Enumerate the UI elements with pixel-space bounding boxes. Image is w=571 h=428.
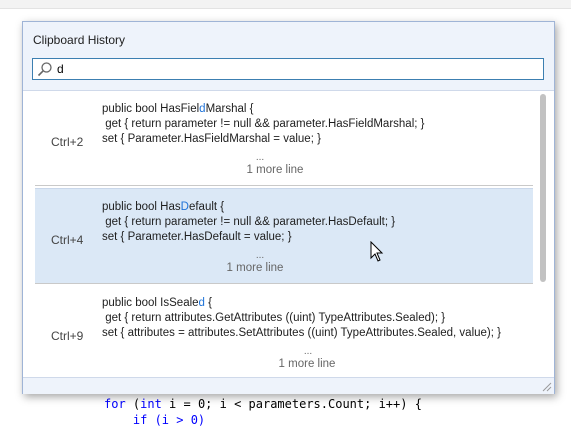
item-ellipsis: ... bbox=[255, 250, 265, 261]
scrollbar-thumb[interactable] bbox=[540, 94, 546, 282]
code-text: i = 0; i < parameters.Count; i++) { bbox=[161, 397, 422, 411]
code-text: ( bbox=[125, 397, 141, 411]
code-line-2: get { return attributes.GetAttributes ((… bbox=[102, 312, 446, 324]
mouse-cursor-icon bbox=[370, 241, 384, 262]
code-keyword: int bbox=[140, 397, 162, 411]
item-code: public bool IsSealed { get { return attr… bbox=[102, 296, 501, 341]
match-highlight: D bbox=[180, 201, 189, 213]
item-shortcut: Ctrl+4 bbox=[51, 233, 84, 247]
code-line-2: get { return parameter != null && parame… bbox=[102, 118, 425, 130]
resize-grip-icon[interactable] bbox=[540, 380, 552, 392]
code-line-3: set { Parameter.HasDefault = value; } bbox=[102, 231, 292, 243]
item-more-lines: 1 more line bbox=[278, 358, 336, 370]
item-ellipsis: ... bbox=[303, 346, 313, 357]
item-shortcut: Ctrl+9 bbox=[51, 329, 84, 343]
search-input[interactable] bbox=[57, 59, 537, 79]
code-line-3: set { attributes = attributes.SetAttribu… bbox=[102, 327, 501, 339]
code-text: public bool HasFiel bbox=[102, 103, 200, 115]
code-line-3: set { Parameter.HasFieldMarshal = value;… bbox=[102, 133, 321, 145]
item-more-lines: 1 more line bbox=[246, 164, 304, 176]
search-box[interactable] bbox=[32, 58, 544, 80]
code-text: Marshal { bbox=[205, 103, 254, 115]
code-editor[interactable]: for (int i = 0; i < parameters.Count; i+… bbox=[104, 396, 564, 427]
item-more-lines: 1 more line bbox=[226, 262, 284, 274]
list-scrollbar[interactable] bbox=[537, 92, 549, 374]
editor-tab-strip bbox=[0, 0, 571, 9]
code-text: public bool Has bbox=[102, 201, 181, 213]
popup-title: Clipboard History bbox=[33, 33, 126, 47]
code-line-2: if (i > 0) bbox=[104, 413, 206, 427]
item-ellipsis: ... bbox=[255, 152, 265, 163]
code-keyword: for bbox=[104, 397, 126, 411]
code-text: efault { bbox=[188, 201, 225, 213]
clipboard-item-selected[interactable]: Ctrl+4 public bool HasDefault { get { re… bbox=[35, 188, 533, 284]
clipboard-item[interactable]: Ctrl+2 public bool HasFieldMarshal { get… bbox=[35, 91, 533, 186]
item-code: public bool HasDefault { get { return pa… bbox=[102, 200, 395, 245]
code-text: { bbox=[204, 297, 212, 309]
popup-footer bbox=[23, 377, 554, 394]
popup-header: Clipboard History bbox=[23, 22, 554, 91]
code-text: public bool IsSeale bbox=[102, 297, 199, 309]
item-shortcut: Ctrl+2 bbox=[51, 135, 84, 149]
clipboard-item[interactable]: Ctrl+9 public bool IsSealed { get { retu… bbox=[35, 285, 533, 377]
code-line-2: get { return parameter != null && parame… bbox=[102, 216, 396, 228]
search-icon bbox=[37, 62, 52, 77]
clipboard-list: Ctrl+2 public bool HasFieldMarshal { get… bbox=[23, 91, 554, 377]
item-code: public bool HasFieldMarshal { get { retu… bbox=[102, 102, 424, 147]
clipboard-history-popup: Clipboard History Ctrl+2 public bool Has… bbox=[22, 21, 555, 394]
